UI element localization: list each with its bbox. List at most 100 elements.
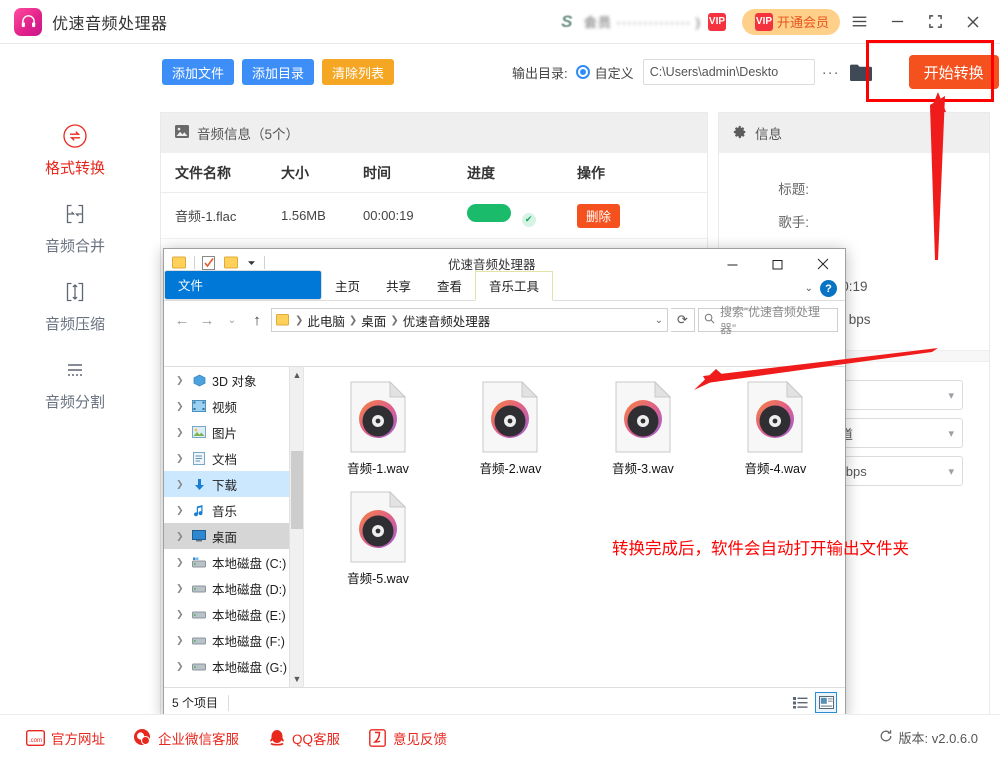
breadcrumb-item-2[interactable]: 优速音频处理器 bbox=[403, 311, 491, 330]
recent-locations-icon[interactable]: ⌄ bbox=[221, 309, 243, 331]
app-title: 优速音频处理器 bbox=[52, 10, 168, 34]
refresh-icon[interactable]: ⟳ bbox=[671, 308, 695, 332]
sidebar-item-audio-split[interactable]: 音频分割 bbox=[0, 356, 150, 412]
maximize-icon[interactable] bbox=[916, 0, 954, 44]
breadcrumb-item-0[interactable]: 此电脑 bbox=[307, 311, 345, 330]
forward-arrow-icon[interactable]: → bbox=[196, 309, 218, 331]
nav-item-music[interactable]: ❯ 音乐 bbox=[164, 497, 303, 523]
chevron-right-icon[interactable]: ❯ bbox=[176, 531, 186, 542]
list-item[interactable]: 音频-5.wav bbox=[314, 491, 442, 587]
nav-item-drive-g[interactable]: ❯ 本地磁盘 (G:) bbox=[164, 653, 303, 679]
chevron-right-icon[interactable]: ❯ bbox=[176, 609, 186, 620]
output-custom-label[interactable]: 自定义 bbox=[595, 63, 634, 82]
version-label: 版本: v2.0.6.0 bbox=[899, 728, 978, 747]
chevron-right-icon[interactable]: ❯ bbox=[176, 635, 186, 646]
nav-item-pictures[interactable]: ❯ 图片 bbox=[164, 419, 303, 445]
output-dir-label: 输出目录: bbox=[512, 63, 568, 82]
up-arrow-icon[interactable]: ↑ bbox=[246, 309, 268, 331]
minimize-icon[interactable] bbox=[878, 0, 916, 44]
nav-item-label: 下载 bbox=[212, 475, 237, 494]
breadcrumb-separator: ❯ bbox=[295, 315, 303, 326]
chevron-right-icon[interactable]: ❯ bbox=[176, 479, 186, 490]
nav-item-videos[interactable]: ❯ 视频 bbox=[164, 393, 303, 419]
chevron-down-icon[interactable] bbox=[246, 253, 257, 271]
chevron-right-icon[interactable]: ❯ bbox=[176, 375, 186, 386]
music-icon bbox=[191, 503, 207, 517]
add-folder-button[interactable]: 添加目录 bbox=[242, 59, 314, 85]
nav-item-drive-d[interactable]: ❯ 本地磁盘 (D:) bbox=[164, 575, 303, 601]
output-custom-radio[interactable] bbox=[576, 65, 590, 79]
chevron-right-icon[interactable]: ❯ bbox=[176, 505, 186, 516]
file-name: 音频-1.wav bbox=[314, 458, 442, 477]
breadcrumb-separator: ❯ bbox=[349, 315, 357, 326]
table-row[interactable]: 音频-1.flac 1.56MB 00:00:19 ✔ 删除 bbox=[161, 193, 707, 239]
properties-icon[interactable] bbox=[202, 256, 217, 269]
folder-icon[interactable] bbox=[849, 63, 873, 82]
nav-item-downloads[interactable]: ❯ 下载 bbox=[164, 471, 303, 497]
refresh-icon[interactable] bbox=[879, 729, 893, 746]
chevron-down-icon[interactable]: ⌄ bbox=[805, 283, 813, 294]
tab-music-tools[interactable]: 音乐工具 bbox=[475, 271, 553, 301]
sidebar-item-audio-compress[interactable]: 音频压缩 bbox=[0, 278, 150, 334]
tab-home[interactable]: 主页 bbox=[322, 272, 373, 300]
list-item[interactable]: 音频-4.wav bbox=[711, 381, 839, 477]
divider bbox=[194, 256, 195, 269]
chevron-right-icon[interactable]: ❯ bbox=[176, 557, 186, 568]
link-feedback[interactable]: 意见反馈 bbox=[368, 728, 447, 748]
sidebar-item-audio-merge[interactable]: 音频合并 bbox=[0, 200, 150, 256]
back-arrow-icon[interactable]: ← bbox=[171, 309, 193, 331]
add-file-button[interactable]: 添加文件 bbox=[162, 59, 234, 85]
nav-item-3d-objects[interactable]: ❯ 3D 对象 bbox=[164, 367, 303, 393]
clear-list-button[interactable]: 清除列表 bbox=[322, 59, 394, 85]
large-icons-view-icon[interactable] bbox=[815, 692, 837, 713]
folder-icon[interactable] bbox=[172, 256, 187, 269]
breadcrumb-item-1[interactable]: 桌面 bbox=[361, 311, 386, 330]
drive-icon bbox=[191, 633, 207, 647]
link-official-website[interactable]: .com 官方网址 bbox=[26, 728, 105, 748]
scroll-down-icon[interactable]: ▼ bbox=[290, 671, 304, 687]
explorer-search-box[interactable]: 搜索“优速音频处理器” bbox=[698, 308, 838, 332]
open-vip-button[interactable]: VIP 开通会员 bbox=[742, 9, 840, 35]
nav-item-documents[interactable]: ❯ 文档 bbox=[164, 445, 303, 471]
tab-view[interactable]: 查看 bbox=[424, 272, 475, 300]
nav-item-label: 本地磁盘 (G:) bbox=[212, 657, 287, 676]
list-item[interactable]: 音频-3.wav bbox=[579, 381, 707, 477]
start-convert-button[interactable]: 开始转换 bbox=[909, 55, 999, 89]
list-item[interactable]: 音频-1.wav bbox=[314, 381, 442, 477]
details-view-icon[interactable] bbox=[789, 692, 811, 713]
scrollbar-thumb[interactable] bbox=[291, 451, 303, 529]
breadcrumb-dropdown[interactable]: ⌄ bbox=[655, 315, 663, 326]
scroll-up-icon[interactable]: ▲ bbox=[290, 367, 304, 383]
chevron-right-icon[interactable]: ❯ bbox=[176, 401, 186, 412]
browse-more-button[interactable]: ··· bbox=[822, 64, 840, 81]
nav-item-drive-f[interactable]: ❯ 本地磁盘 (F:) bbox=[164, 627, 303, 653]
tab-file[interactable]: 文件 bbox=[164, 270, 322, 300]
help-icon[interactable]: ? bbox=[820, 280, 837, 297]
delete-row-button[interactable]: 删除 bbox=[577, 204, 620, 228]
chevron-right-icon[interactable]: ❯ bbox=[176, 453, 186, 464]
explorer-file-area[interactable]: 音频-1.wav 音频-2.wav bbox=[304, 367, 845, 687]
nav-item-drive-c[interactable]: ❯ 本地磁盘 (C:) bbox=[164, 549, 303, 575]
nav-pane-scrollbar[interactable]: ▲ ▼ bbox=[289, 367, 303, 687]
output-path-input[interactable] bbox=[643, 59, 815, 85]
new-folder-icon[interactable] bbox=[224, 256, 239, 269]
drive-icon bbox=[191, 581, 207, 595]
nav-item-desktop[interactable]: ❯ 桌面 bbox=[164, 523, 303, 549]
chevron-right-icon[interactable]: ❯ bbox=[176, 427, 186, 438]
link-qq-support[interactable]: QQ客服 bbox=[267, 728, 340, 748]
account-name-masked: 会员 ·············· ) bbox=[584, 12, 701, 31]
account-area[interactable]: S 会员 ·············· ) VIP bbox=[555, 12, 726, 32]
tab-share[interactable]: 共享 bbox=[373, 272, 424, 300]
link-wechat-work-support[interactable]: 企业微信客服 bbox=[133, 728, 239, 748]
headphones-logo-icon bbox=[14, 8, 42, 36]
list-item[interactable]: 音频-2.wav bbox=[446, 381, 574, 477]
nav-item-drive-e[interactable]: ❯ 本地磁盘 (E:) bbox=[164, 601, 303, 627]
chevron-right-icon[interactable]: ❯ bbox=[176, 583, 186, 594]
chevron-right-icon[interactable]: ❯ bbox=[176, 661, 186, 672]
column-header-time: 时间 bbox=[363, 163, 467, 183]
close-icon[interactable] bbox=[954, 0, 992, 44]
breadcrumb[interactable]: ❯ 此电脑 ❯ 桌面 ❯ 优速音频处理器 ⌄ bbox=[271, 308, 668, 332]
sidebar-item-format-convert[interactable]: 格式转换 bbox=[0, 122, 150, 178]
hamburger-menu-icon[interactable] bbox=[840, 0, 878, 44]
nav-item-label: 本地磁盘 (F:) bbox=[212, 631, 285, 650]
